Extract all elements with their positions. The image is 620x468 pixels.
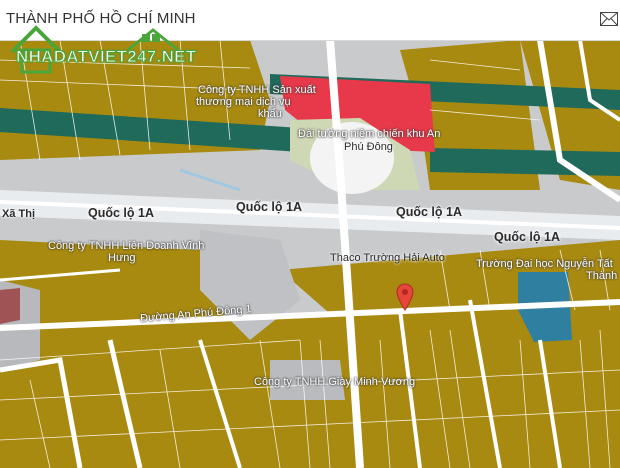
envelope-icon[interactable] <box>600 12 618 26</box>
location-pin-icon[interactable] <box>396 283 414 311</box>
label-company-top-3: khẩu <box>258 108 282 120</box>
label-company-joint-1: Công ty TNHH Liên Doanh Vĩnh <box>48 240 205 252</box>
label-memorial-2: Phú Đông <box>344 141 393 153</box>
label-company-joint-2: Hưng <box>108 252 136 264</box>
site-logo-text: NHADATVIET247.NET <box>15 47 197 67</box>
label-thaco: Thaco Trường Hải Auto <box>330 252 445 264</box>
label-company-top-2: thương mại dịch vụ <box>196 96 291 108</box>
label-university-1: Trường Đại học Nguyễn Tất <box>476 258 613 270</box>
label-company-shoes: Công ty TNHH Giày Minh Vương <box>254 376 416 388</box>
label-ql1a-center: Quốc lộ 1A <box>236 200 302 214</box>
label-ql1a-far-right: Quốc lộ 1A <box>494 230 560 244</box>
map-canvas[interactable] <box>0 40 620 468</box>
label-university-2: Thành <box>586 270 618 282</box>
label-partial-left: Xã Thị <box>2 208 36 220</box>
land-use-map[interactable]: Công ty TNHH Sản xuất thương mại dịch vụ… <box>0 40 620 468</box>
label-ql1a-right: Quốc lộ 1A <box>396 205 462 219</box>
label-ql1a-left: Quốc lộ 1A <box>88 206 154 220</box>
label-memorial-1: Đài tưởng niệm chiến khu An <box>298 128 441 140</box>
